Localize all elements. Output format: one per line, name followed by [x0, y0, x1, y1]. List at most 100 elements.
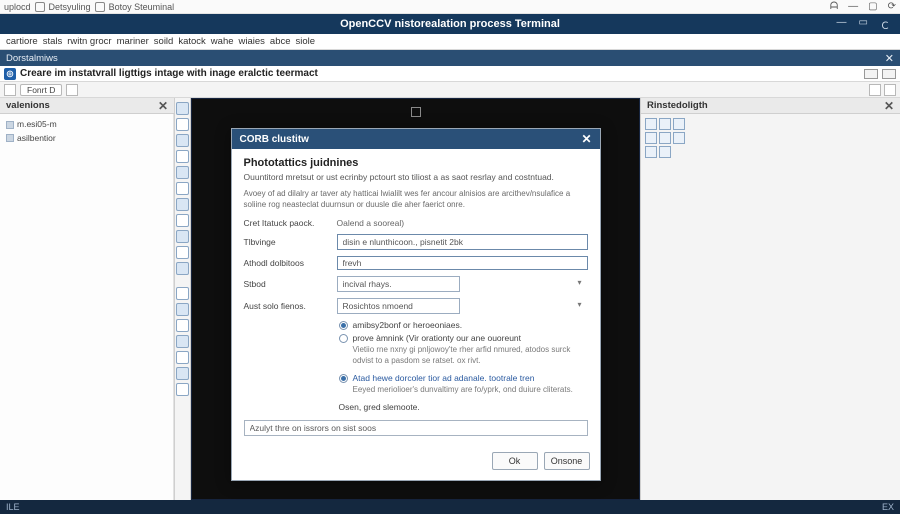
- canvas-handle-icon[interactable]: [411, 107, 421, 117]
- radio-option-1[interactable]: amibsy2bonf or heroeoniaes.: [339, 320, 588, 330]
- tool-icon-1[interactable]: [4, 84, 16, 96]
- doc-title: Creare im instatvrall ligttigs intage wi…: [20, 68, 318, 79]
- os-window-controls: ᗩ — ▢ ⟳: [830, 1, 896, 12]
- left-panel-close-icon[interactable]: ✕: [158, 99, 168, 113]
- radio-label: amibsy2bonf or heroeoniaes.: [353, 320, 463, 330]
- rail-tool-icon[interactable]: [176, 166, 189, 179]
- rail-tool-icon[interactable]: [176, 230, 189, 243]
- os-tab-2[interactable]: Detsyuling: [49, 2, 91, 12]
- os-minimize-icon[interactable]: —: [848, 1, 858, 12]
- os-person-icon[interactable]: ᗩ: [830, 1, 838, 12]
- os-tab-separator-icon: [95, 2, 105, 12]
- rail-tool-icon[interactable]: [176, 198, 189, 211]
- left-panel: valenions ✕ m.esi05-m asilbentior: [0, 98, 175, 500]
- app-min-button[interactable]: —: [837, 17, 847, 32]
- dialog-description: Avoey of ad dilalry ar taver aty hattica…: [244, 188, 588, 210]
- rp-tool-icon[interactable]: [659, 132, 671, 144]
- os-maximize-icon[interactable]: ▢: [868, 1, 877, 12]
- rail-tool-icon[interactable]: [176, 246, 189, 259]
- doc-logo-icon: ◎: [4, 68, 16, 80]
- rp-tool-icon[interactable]: [645, 118, 657, 130]
- radio-option-2[interactable]: prove àmnink (Vir orationty our ane ouor…: [339, 333, 588, 343]
- doc-opt-icon-1[interactable]: [864, 69, 878, 79]
- tree-view: m.esi05-m asilbentior: [0, 114, 173, 149]
- doc-opt-icon-2[interactable]: [882, 69, 896, 79]
- document-bar: ◎ Creare im instatvrall ligttigs intage …: [0, 66, 900, 82]
- right-panel-tools: [641, 114, 691, 162]
- rp-tool-icon[interactable]: [659, 118, 671, 130]
- radio-icon: [339, 321, 348, 330]
- right-panel-header: Rinstedoligth ✕: [641, 98, 900, 114]
- rail-tool-icon[interactable]: [176, 150, 189, 163]
- field-label: Tlbvinge: [244, 237, 329, 247]
- tool-icon-right-1[interactable]: [869, 84, 881, 96]
- rail-tool-icon[interactable]: [176, 351, 189, 364]
- app-close-button[interactable]: Ｃ: [880, 17, 890, 32]
- dialog-body: Phototattics juidnines Ouuntitord mretsu…: [232, 149, 600, 446]
- field-label: Athodl dolbitoos: [244, 258, 329, 268]
- menu-item[interactable]: cartiore: [6, 36, 38, 47]
- rail-tool-icon[interactable]: [176, 319, 189, 332]
- right-panel-title: Rinstedoligth: [647, 100, 708, 111]
- options-input[interactable]: [337, 256, 588, 270]
- menu-item[interactable]: stals: [43, 36, 63, 47]
- rail-tool-icon[interactable]: [176, 182, 189, 195]
- tree-item[interactable]: asilbentior: [6, 132, 167, 146]
- menu-item[interactable]: soild: [154, 36, 174, 47]
- rail-tool-icon[interactable]: [176, 262, 189, 275]
- workspace: valenions ✕ m.esi05-m asilbentior: [0, 98, 900, 500]
- tool-icon-right-2[interactable]: [884, 84, 896, 96]
- status-left: ILE: [6, 502, 20, 512]
- rail-tool-icon[interactable]: [176, 335, 189, 348]
- field-label: Cret Itatuck paock.: [244, 218, 329, 228]
- advice-text: Osen, gred slemoote.: [339, 402, 588, 412]
- cancel-button[interactable]: Onsone: [544, 452, 590, 470]
- rail-tool-icon[interactable]: [176, 118, 189, 131]
- tree-item[interactable]: m.esi05-m: [6, 118, 167, 132]
- rp-tool-icon[interactable]: [673, 118, 685, 130]
- menu-item[interactable]: mariner: [117, 36, 149, 47]
- right-panel-close-icon[interactable]: ✕: [884, 99, 894, 113]
- rp-tool-icon[interactable]: [673, 132, 685, 144]
- tool-icon-2[interactable]: [66, 84, 78, 96]
- menubar: cartiore stals rwitn grocr mariner soild…: [0, 34, 900, 50]
- menu-item[interactable]: wahe: [211, 36, 234, 47]
- app-max-button[interactable]: ▭: [859, 17, 868, 32]
- image-input[interactable]: [337, 234, 588, 250]
- dialog-close-icon[interactable]: ✕: [581, 132, 591, 146]
- radio-icon: [339, 334, 348, 343]
- status-right: EX: [882, 502, 894, 512]
- rp-tool-icon[interactable]: [645, 146, 657, 158]
- menu-item[interactable]: siole: [296, 36, 316, 47]
- sub-bar: Dorstalmiws ✕: [0, 50, 900, 66]
- sub-bar-close-icon[interactable]: ✕: [885, 52, 894, 65]
- os-tab-3[interactable]: Botoy Steuminal: [109, 2, 175, 12]
- menu-item[interactable]: abce: [270, 36, 291, 47]
- font-button[interactable]: Fonrt D: [20, 84, 62, 96]
- ok-button[interactable]: Ok: [492, 452, 538, 470]
- dialog-titlebar[interactable]: CORB clustitw ✕: [232, 129, 600, 149]
- rail-tool-icon[interactable]: [176, 303, 189, 316]
- os-tab-1[interactable]: uplocd: [4, 2, 31, 12]
- radio-help-text: Vietiio rne nxny gi pnljowoy'te rher arf…: [353, 345, 588, 367]
- rail-tool-icon[interactable]: [176, 214, 189, 227]
- radio-option-3[interactable]: Atad hewe dorcoler tior ad adanale. toot…: [339, 373, 588, 383]
- menu-item[interactable]: rwitn grocr: [67, 36, 111, 47]
- rail-tool-icon[interactable]: [176, 102, 189, 115]
- rail-tool-icon[interactable]: [176, 367, 189, 380]
- menu-item[interactable]: wiaies: [239, 36, 265, 47]
- secondary-toolbar: Fonrt D: [0, 82, 900, 98]
- output-select[interactable]: [337, 298, 460, 314]
- rail-tool-icon[interactable]: [176, 134, 189, 147]
- rp-tool-icon[interactable]: [645, 132, 657, 144]
- analyze-input[interactable]: [244, 420, 588, 436]
- radio-label: Atad hewe dorcoler tior ad adanale. toot…: [353, 373, 535, 383]
- menu-item[interactable]: katock: [178, 36, 205, 47]
- os-reload-icon[interactable]: ⟳: [888, 1, 896, 12]
- os-title-left: uplocd Detsyuling Botoy Steuminal: [4, 2, 174, 12]
- method-select[interactable]: [337, 276, 460, 292]
- dialog-heading: Phototattics juidnines: [244, 157, 588, 169]
- rail-tool-icon[interactable]: [176, 287, 189, 300]
- rp-tool-icon[interactable]: [659, 146, 671, 158]
- rail-tool-icon[interactable]: [176, 383, 189, 396]
